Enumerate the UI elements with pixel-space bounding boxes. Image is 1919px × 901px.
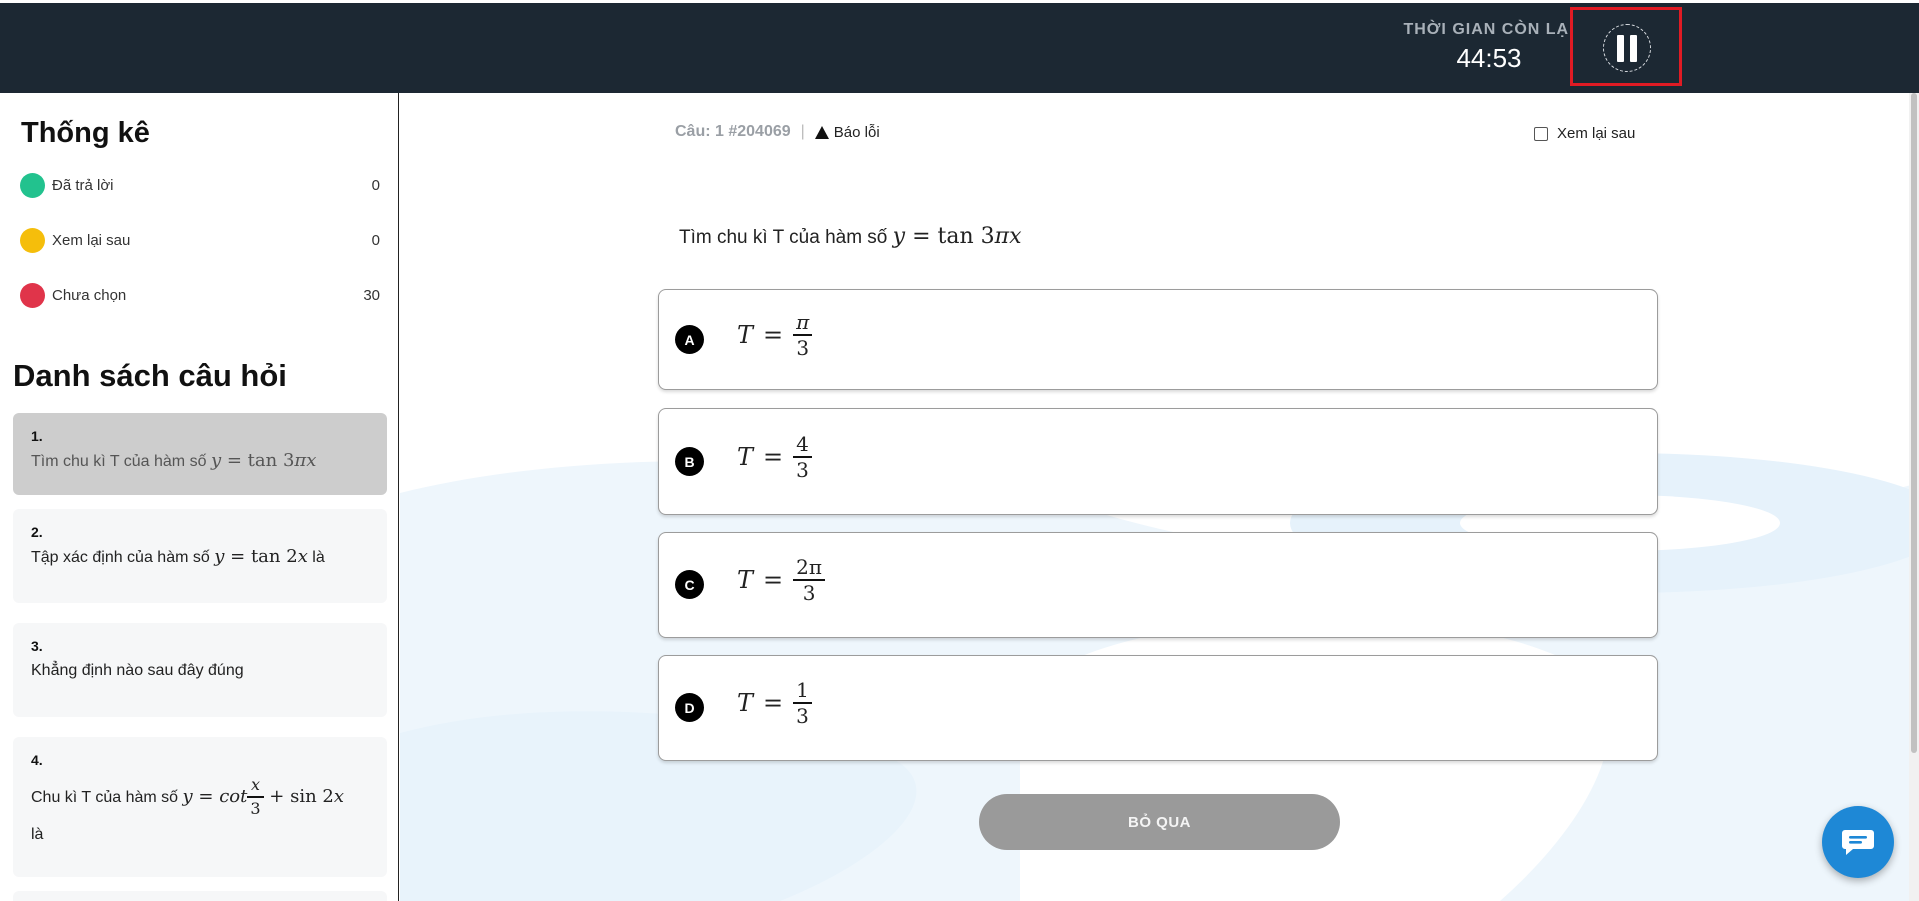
option-letter: B bbox=[675, 447, 704, 476]
option-letter: A bbox=[675, 325, 704, 354]
stat-count: 0 bbox=[371, 176, 380, 194]
chat-button[interactable] bbox=[1822, 806, 1894, 878]
question-list-item-3[interactable]: 3. Khẳng định nào sau đây đúng bbox=[13, 623, 387, 717]
question-prompt-math: y = tan 3πx bbox=[892, 224, 1022, 249]
review-dot-icon bbox=[20, 227, 45, 253]
timer-value: 44:53 bbox=[1456, 43, 1522, 73]
sidebar: Thống kê Đã trả lời 0 Xem lại sau 0 Chưa… bbox=[0, 93, 399, 901]
question-num: 3. bbox=[31, 638, 43, 654]
pause-button[interactable] bbox=[1603, 24, 1651, 72]
question-math: y = tan 2x bbox=[214, 546, 308, 567]
checkbox-icon[interactable] bbox=[1534, 126, 1548, 141]
warning-icon bbox=[814, 125, 829, 139]
question-list-item-5[interactable] bbox=[13, 891, 387, 901]
question-number: Câu: 1 #204069 bbox=[675, 123, 791, 140]
question-prompt: Tìm chu kì T của hàm số y = tan 3πx bbox=[679, 224, 1022, 249]
review-later-label: Xem lại sau bbox=[1557, 125, 1636, 142]
option-b[interactable]: B T = 43 bbox=[658, 408, 1658, 515]
chat-icon bbox=[1842, 830, 1874, 855]
stat-label: Đã trả lời bbox=[52, 176, 114, 194]
option-d[interactable]: D T = 13 bbox=[658, 655, 1658, 761]
option-letter: C bbox=[675, 570, 704, 599]
question-list-item-1[interactable]: 1. Tìm chu kì T của hàm số y = tan 3πx bbox=[13, 413, 387, 495]
header-bar: THỜI GIAN CÒN LẠI 44:53 bbox=[0, 3, 1919, 93]
question-meta: Câu: 1 #204069 | Báo lỗi bbox=[675, 123, 880, 141]
question-suffix: là bbox=[31, 825, 44, 843]
scrollbar-thumb[interactable] bbox=[1911, 93, 1917, 753]
pause-icon bbox=[1614, 34, 1640, 62]
question-num: 1. bbox=[31, 428, 43, 444]
question-math: y = cot x 3 + sin 2x bbox=[182, 775, 345, 818]
timer: THỜI GIAN CÒN LẠI 44:53 bbox=[1378, 21, 1600, 74]
stat-unanswered: Chưa chọn 30 bbox=[20, 281, 380, 309]
report-label: Báo lỗi bbox=[833, 123, 880, 141]
stat-review-later: Xem lại sau 0 bbox=[20, 226, 380, 254]
stat-label: Xem lại sau bbox=[52, 231, 131, 249]
stat-answered: Đã trả lời 0 bbox=[20, 171, 380, 199]
option-formula: T = π3 bbox=[737, 310, 813, 360]
question-list-item-2[interactable]: 2. Tập xác định của hàm số y = tan 2x là bbox=[13, 509, 387, 603]
skip-button[interactable]: BỎ QUA bbox=[979, 794, 1340, 850]
question-list-item-4[interactable]: 4. Chu kì T của hàm số y = cot x 3 + sin 2… bbox=[13, 737, 387, 877]
question-prompt-text: Tìm chu kì T của hàm số bbox=[679, 227, 888, 248]
review-later-checkbox[interactable]: Xem lại sau bbox=[1534, 125, 1635, 142]
option-formula: T = 2π 3 bbox=[737, 555, 825, 605]
question-text: Tập xác định của hàm số bbox=[31, 549, 210, 566]
question-num: 2. bbox=[31, 524, 43, 540]
stat-count: 30 bbox=[363, 286, 380, 304]
question-list-title: Danh sách câu hỏi bbox=[13, 358, 287, 393]
question-math: y = tan 3πx bbox=[210, 450, 317, 471]
stats-title: Thống kê bbox=[21, 117, 150, 149]
report-error-link[interactable]: Báo lỗi bbox=[814, 123, 880, 141]
stat-count: 0 bbox=[371, 231, 380, 249]
option-letter: D bbox=[675, 693, 704, 722]
option-c[interactable]: C T = 2π 3 bbox=[658, 532, 1658, 638]
answered-dot-icon bbox=[20, 172, 45, 198]
question-suffix: là bbox=[312, 549, 325, 566]
question-text: Khẳng định nào sau đây đúng bbox=[31, 662, 244, 679]
meta-divider: | bbox=[800, 123, 805, 140]
main-content: Câu: 1 #204069 | Báo lỗi Xem lại sau Tìm… bbox=[400, 93, 1919, 901]
question-text: Tìm chu kì T của hàm số bbox=[31, 453, 207, 470]
unanswered-dot-icon bbox=[20, 282, 45, 308]
option-formula: T = 43 bbox=[737, 432, 812, 482]
stat-label: Chưa chọn bbox=[52, 286, 127, 304]
option-formula: T = 13 bbox=[737, 678, 812, 728]
question-num: 4. bbox=[31, 752, 43, 768]
question-text: Chu kì T của hàm số bbox=[31, 788, 179, 806]
timer-label: THỜI GIAN CÒN LẠI bbox=[1403, 21, 1575, 38]
option-a[interactable]: A T = π3 bbox=[658, 289, 1658, 390]
